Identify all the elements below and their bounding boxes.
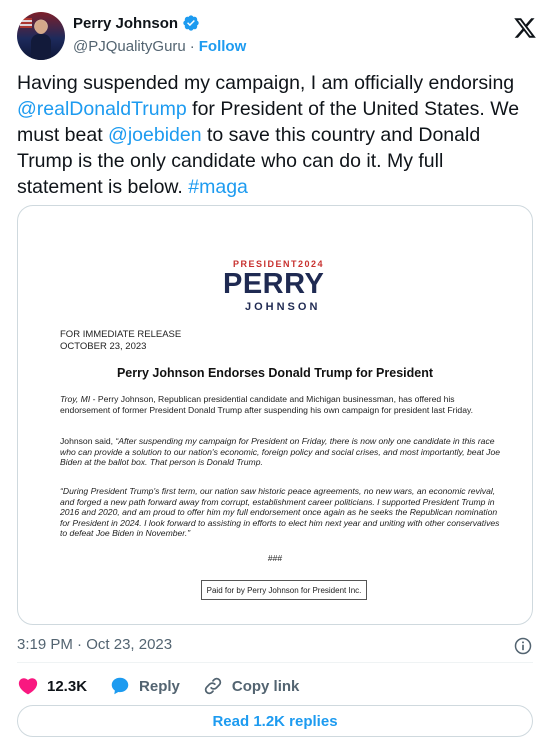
press-release-document: PRESIDENT2024 PERRY JOHNSON FOR IMMEDIAT… [18, 206, 532, 624]
x-logo-icon[interactable] [513, 16, 537, 40]
logo-johnson-text: JOHNSON [245, 301, 321, 313]
mention-link[interactable]: @joebiden [108, 124, 202, 146]
paragraph-1: Troy, MI - Perry Johnson, Republican pre… [60, 394, 474, 415]
like-count: 12.3K [47, 677, 88, 695]
avatar-suit [31, 34, 51, 60]
release-line: FOR IMMEDIATE RELEASE [60, 329, 182, 340]
document-title: Perry Johnson Endorses Donald Trump for … [116, 366, 434, 380]
like-button[interactable]: 12.3K [17, 675, 87, 697]
link-icon [204, 677, 222, 695]
tweet-media-image[interactable]: PRESIDENT2024 PERRY JOHNSON FOR IMMEDIAT… [17, 205, 533, 625]
paragraph-3: “During President Trump's first term, ou… [60, 486, 500, 539]
heart-icon [18, 678, 38, 695]
avatar-face [35, 20, 47, 34]
info-icon[interactable] [513, 636, 533, 656]
tweet-header: Perry Johnson @PJQualityGuru · Follow [17, 12, 537, 64]
tweet-text-segment: Having suspended my campaign, I am offic… [17, 72, 515, 94]
copy-link-label: Copy link [231, 677, 300, 695]
read-replies-button[interactable]: Read 1.2K replies [17, 705, 533, 737]
reply-button[interactable]: Reply [109, 675, 180, 697]
paragraph-2: Johnson said, “After suspending my campa… [60, 436, 500, 468]
divider [17, 662, 533, 663]
author-handle[interactable]: @PJQualityGuru [73, 38, 186, 55]
avatar-flag [20, 18, 32, 28]
name-row: Perry Johnson [73, 14, 200, 32]
reply-bubble-icon [111, 677, 129, 695]
timestamp-row: 3:19 PM · Oct 23, 2023 [17, 636, 533, 656]
campaign-logo: PRESIDENT2024 PERRY JOHNSON [223, 256, 333, 348]
avatar[interactable] [17, 12, 65, 60]
paid-for-disclaimer: Paid for by Perry Johnson for President … [201, 580, 367, 600]
logo-perry-text: PERRY [223, 268, 325, 300]
copy-link-button[interactable]: Copy link [202, 675, 300, 697]
handle-separator: · [189, 38, 195, 55]
follow-button[interactable]: Follow [199, 38, 247, 55]
hashtag-link[interactable]: #maga [188, 176, 248, 198]
tweet-timestamp[interactable]: 3:19 PM · Oct 23, 2023 [17, 636, 172, 653]
action-bar: 12.3K Reply Copy link [17, 672, 321, 700]
release-header: FOR IMMEDIATE RELEASE OCTOBER 23, 2023 [60, 329, 181, 353]
author-display-name[interactable]: Perry Johnson [73, 15, 178, 32]
verified-badge-icon [183, 15, 199, 31]
mention-link[interactable]: @realDonaldTrump [17, 98, 187, 120]
reply-label: Reply [139, 677, 180, 695]
handle-row: @PJQualityGuru · Follow [73, 38, 246, 55]
tweet-card: Perry Johnson @PJQualityGuru · Follow Ha… [0, 0, 550, 754]
tweet-text: Having suspended my campaign, I am offic… [17, 70, 533, 200]
end-marker: ### [267, 553, 283, 563]
release-date: OCTOBER 23, 2023 [60, 341, 147, 352]
